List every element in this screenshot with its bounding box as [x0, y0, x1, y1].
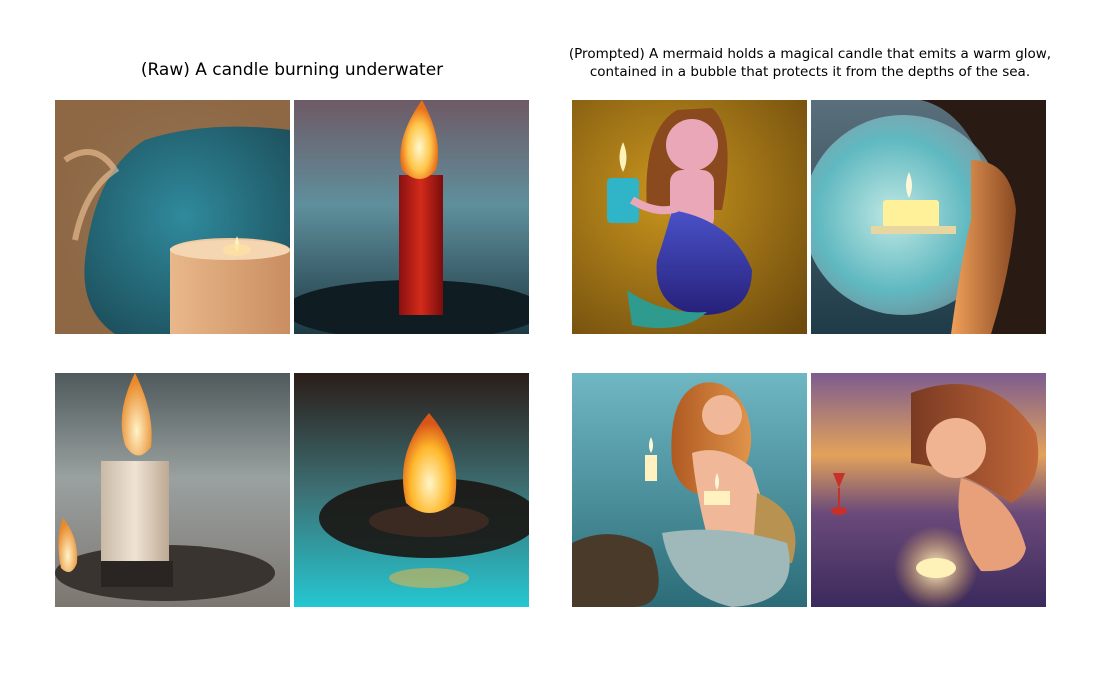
prompted-image-2	[811, 100, 1046, 334]
raw-image-1	[55, 100, 290, 334]
raw-image-3	[55, 373, 290, 607]
right-panel-title: (Prompted) A mermaid holds a magical can…	[568, 46, 1052, 80]
prompted-image-3	[572, 373, 807, 607]
raw-image-2	[294, 100, 529, 334]
prompted-image-4	[811, 373, 1046, 607]
prompted-image-1	[572, 100, 807, 334]
raw-image-4	[294, 373, 529, 607]
left-panel-title: (Raw) A candle burning underwater	[140, 60, 444, 80]
